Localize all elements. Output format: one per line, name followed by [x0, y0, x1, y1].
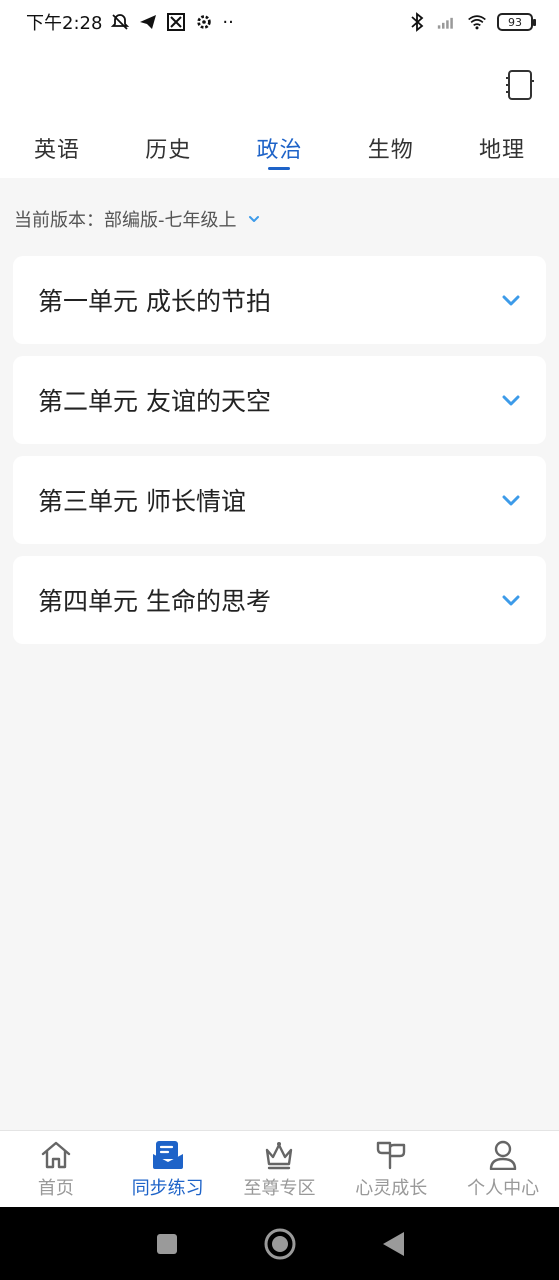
wifi-icon	[467, 12, 487, 32]
chevron-down-icon[interactable]	[500, 289, 522, 311]
nav-label: 首页	[37, 1177, 74, 1199]
settings-icon	[194, 12, 214, 32]
tab-label: 历史	[145, 138, 192, 163]
telegram-icon	[138, 12, 158, 32]
unit-title: 第三单元 师长情谊	[38, 487, 246, 516]
chevron-down-icon[interactable]	[500, 589, 522, 611]
back-button[interactable]	[375, 1226, 411, 1262]
unit-title: 第二单元 友谊的天空	[38, 387, 271, 416]
subject-tabs: 英语 历史 政治 生物 地理	[0, 128, 559, 178]
tab-english[interactable]: 英语	[34, 128, 80, 168]
tab-politics[interactable]: 政治	[256, 128, 303, 170]
bottom-nav: 首页 同步练习 至尊专区 心灵成长 个人中心	[0, 1130, 559, 1207]
nav-home[interactable]: 首页	[0, 1139, 112, 1200]
unit-card-4[interactable]: 第四单元 生命的思考	[13, 556, 546, 644]
practice-icon	[151, 1139, 185, 1171]
tab-history[interactable]: 历史	[145, 128, 191, 168]
more-icon: ··	[222, 11, 234, 33]
status-right: 93	[407, 12, 536, 32]
nav-label: 心灵成长	[355, 1177, 428, 1199]
chevron-down-icon[interactable]	[500, 389, 522, 411]
status-left: 下午2:28 ··	[26, 9, 234, 35]
home-icon	[39, 1139, 73, 1171]
unit-card-1[interactable]: 第一单元 成长的节拍	[13, 256, 546, 344]
version-label: 当前版本：部编版-七年级上	[14, 210, 237, 231]
unit-list: 第一单元 成长的节拍 第二单元 友谊的天空 第三单元 师长情谊 第四单元 生命的…	[13, 256, 546, 656]
unit-title: 第四单元 生命的思考	[38, 587, 271, 616]
unit-card-3[interactable]: 第三单元 师长情谊	[13, 456, 546, 544]
unit-card-2[interactable]: 第二单元 友谊的天空	[13, 356, 546, 444]
nav-label: 个人中心	[467, 1177, 540, 1199]
sprout-icon	[374, 1139, 408, 1171]
system-nav-bar	[0, 1207, 559, 1280]
tab-geography[interactable]: 地理	[479, 128, 525, 168]
mute-icon	[110, 12, 130, 32]
status-time: 下午2:28	[26, 13, 103, 34]
top-bar: 英语 历史 政治 生物 地理	[0, 44, 559, 178]
app-icon	[166, 12, 186, 32]
nav-mind-growth[interactable]: 心灵成长	[335, 1139, 447, 1200]
chevron-down-icon	[247, 212, 261, 226]
chevron-down-icon[interactable]	[500, 489, 522, 511]
active-tab-indicator	[268, 167, 291, 170]
home-button[interactable]	[262, 1226, 298, 1262]
tab-label: 政治	[256, 138, 303, 163]
nav-premium[interactable]: 至尊专区	[224, 1139, 336, 1200]
crown-icon	[262, 1139, 296, 1171]
battery-level: 93	[508, 15, 522, 29]
signal-icon	[437, 12, 457, 32]
unit-title: 第一单元 成长的节拍	[38, 287, 271, 316]
tab-label: 生物	[367, 138, 414, 163]
tab-biology[interactable]: 生物	[368, 128, 414, 168]
battery-icon: 93	[497, 13, 536, 31]
status-bar: 下午2:28 ·· 93	[0, 0, 559, 44]
tab-label: 英语	[34, 138, 81, 163]
nav-practice[interactable]: 同步练习	[112, 1139, 224, 1200]
bluetooth-icon	[407, 12, 427, 32]
nav-profile[interactable]: 个人中心	[447, 1139, 559, 1200]
tab-label: 地理	[478, 138, 525, 163]
version-selector[interactable]: 当前版本：部编版-七年级上	[14, 204, 261, 234]
nav-label: 同步练习	[131, 1177, 204, 1199]
nav-label: 至尊专区	[243, 1177, 316, 1199]
notebook-icon[interactable]	[505, 68, 535, 102]
person-icon	[486, 1139, 520, 1171]
recents-button[interactable]	[149, 1226, 185, 1262]
